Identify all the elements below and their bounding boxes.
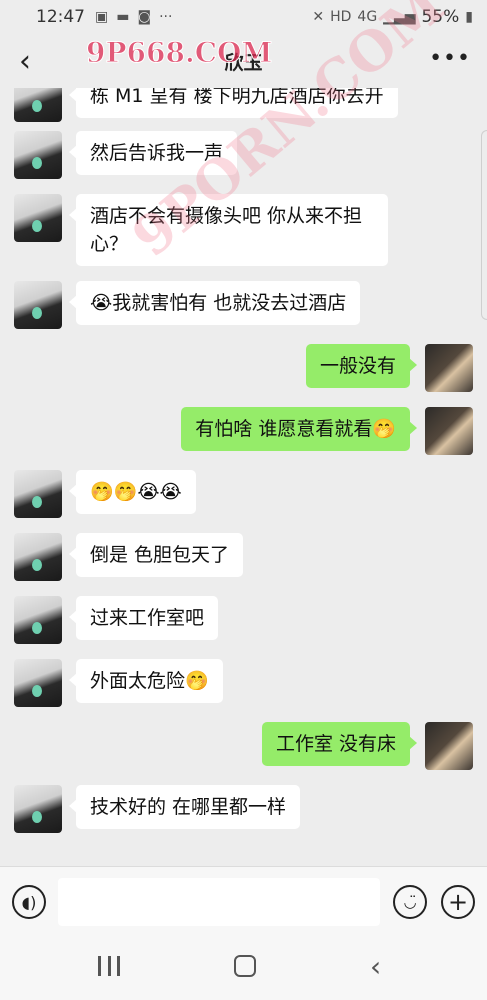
- contact-avatar[interactable]: [14, 194, 62, 242]
- message-bubble[interactable]: 工作室 没有床: [261, 722, 418, 766]
- message-bubble[interactable]: 有怕啥 谁愿意看就看🤭: [181, 407, 417, 451]
- message-bubble[interactable]: 然后告诉我一声: [68, 131, 238, 175]
- voice-icon: ◖): [21, 892, 37, 912]
- message-bubble[interactable]: 🤭🤭😭😭: [69, 470, 196, 514]
- message-bubble[interactable]: 一般没有: [305, 344, 418, 388]
- message-bubble[interactable]: 栋 M1 呈有 楼下明九店酒店你去开: [69, 88, 398, 118]
- app-icon: ◙: [137, 9, 152, 25]
- contact-avatar[interactable]: [14, 131, 62, 179]
- back-button[interactable]: ‹: [0, 34, 50, 88]
- chat-icon: ▬: [116, 9, 130, 25]
- contact-avatar[interactable]: [14, 281, 62, 329]
- message-bubble[interactable]: 酒店不会有摄像头吧 你从来不担心？: [69, 194, 388, 266]
- status-bar: 12:47 ▣ ▬ ◙ ··· ✕ HD 4G ▁▃▅ 55% ▮: [0, 0, 487, 34]
- contact-avatar[interactable]: [14, 88, 62, 122]
- my-avatar[interactable]: [425, 407, 473, 455]
- message-bubble[interactable]: 技术好的 在哪里都一样: [68, 785, 301, 829]
- more-dots-icon: ···: [159, 9, 173, 25]
- plus-icon: +: [447, 888, 469, 916]
- contact-avatar[interactable]: [14, 470, 62, 518]
- emoji-button[interactable]: ◡̈: [393, 885, 427, 919]
- emoji-icon: ◡̈: [403, 893, 417, 911]
- contact-avatar[interactable]: [14, 596, 62, 644]
- chevron-left-icon: ‹: [370, 950, 382, 983]
- recent-apps-button[interactable]: [98, 956, 120, 978]
- status-right: ✕ HD 4G ▁▃▅ 55% ▮: [312, 7, 473, 27]
- contact-avatar[interactable]: [14, 533, 62, 581]
- back-arrow-icon: ‹: [19, 43, 31, 79]
- system-back-button[interactable]: ‹: [370, 950, 381, 983]
- system-nav-bar: ‹: [0, 936, 487, 1000]
- battery-label: 55%: [421, 7, 460, 27]
- battery-icon: ▮: [465, 9, 473, 25]
- network-label: HD: [330, 9, 352, 25]
- notification-icons: ▣ ▬ ◙ ···: [95, 9, 172, 25]
- message-input[interactable]: [58, 878, 380, 926]
- voice-button[interactable]: ◖): [12, 885, 46, 919]
- contact-avatar[interactable]: [14, 785, 62, 833]
- signal-label: 4G: [357, 9, 378, 25]
- more-button[interactable]: •••: [429, 46, 471, 71]
- my-avatar[interactable]: [425, 344, 473, 392]
- contact-avatar[interactable]: [14, 659, 62, 707]
- more-icon: •••: [429, 46, 471, 71]
- status-time: 12:47: [36, 7, 85, 27]
- side-panel-handle[interactable]: [481, 130, 487, 320]
- mute-icon: ✕: [312, 9, 325, 25]
- message-bubble[interactable]: 外面太危险🤭: [69, 659, 223, 703]
- message-bubble[interactable]: 倒是 色胆包天了: [68, 533, 244, 577]
- nav-bar: ‹ 欣玉 •••: [0, 34, 487, 88]
- chat-area[interactable]: 栋 M1 呈有 楼下明九店酒店你去开 然后告诉我一声 酒店不会有摄像头吧 你从来…: [0, 88, 487, 866]
- input-bar: ◖) ◡̈ +: [0, 866, 487, 936]
- image-icon: ▣: [95, 9, 109, 25]
- home-button[interactable]: [234, 955, 256, 977]
- plus-button[interactable]: +: [441, 885, 475, 919]
- message-bubble[interactable]: 过来工作室吧: [68, 596, 219, 640]
- signal-icon: ▁▃▅: [383, 9, 416, 25]
- chat-title: 欣玉: [224, 51, 263, 74]
- my-avatar[interactable]: [425, 722, 473, 770]
- message-bubble[interactable]: 😭我就害怕有 也就没去过酒店: [68, 281, 361, 325]
